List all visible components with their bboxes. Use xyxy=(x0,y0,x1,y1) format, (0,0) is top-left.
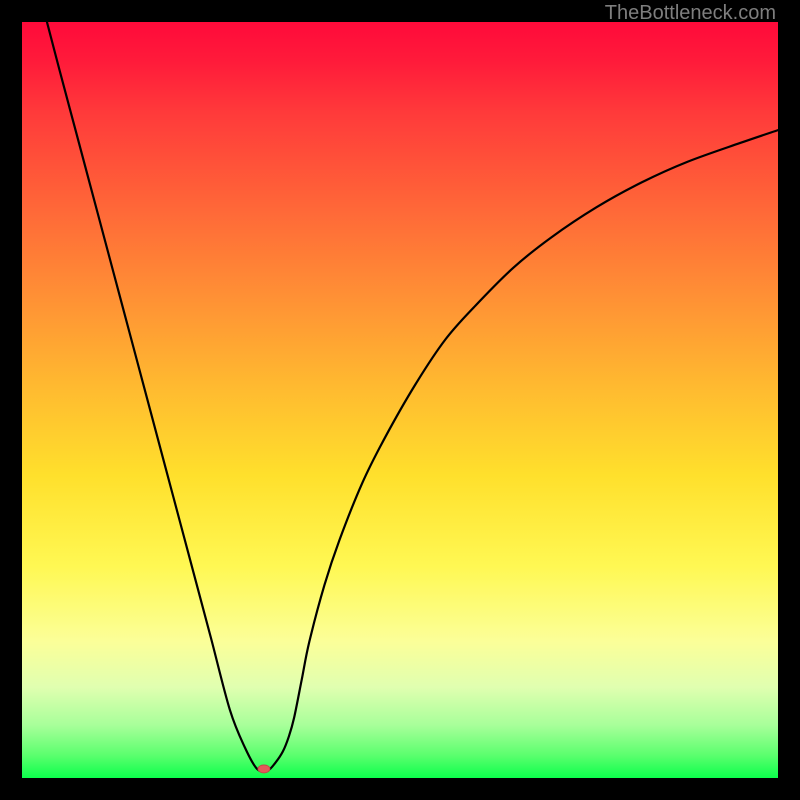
chart-svg xyxy=(22,22,778,778)
chart-frame xyxy=(22,22,778,778)
minimum-marker xyxy=(258,765,270,773)
data-curve xyxy=(47,22,778,771)
